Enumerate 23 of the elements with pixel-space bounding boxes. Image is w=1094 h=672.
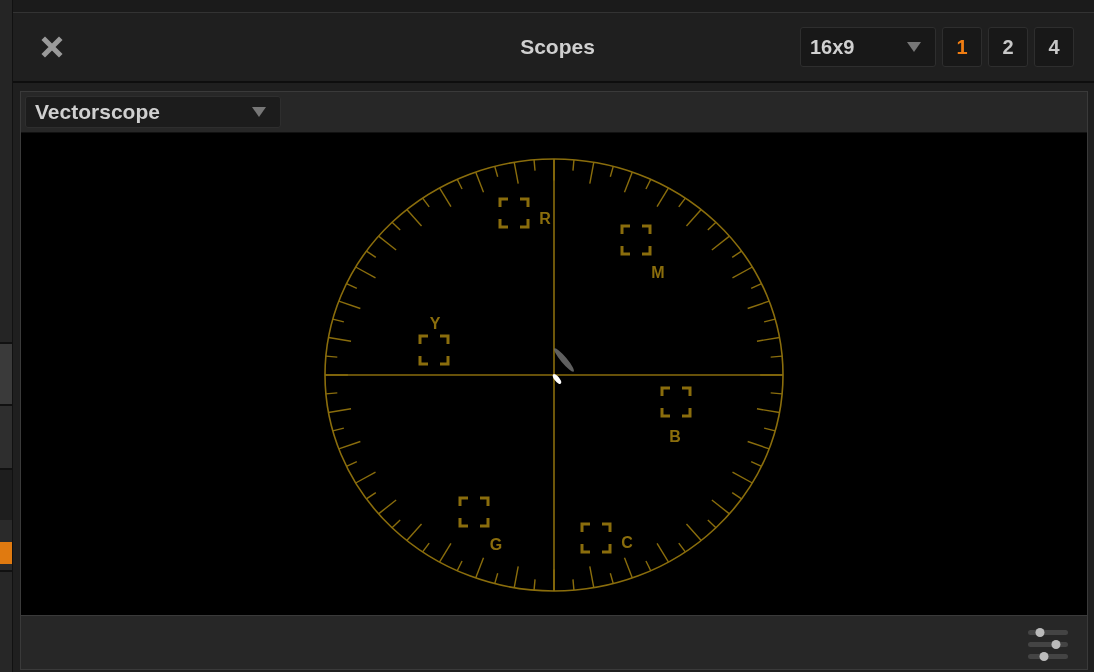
target-label: B xyxy=(669,428,681,445)
target-label: M xyxy=(651,264,665,281)
target-label: C xyxy=(621,534,633,551)
layout-button[interactable]: 1 xyxy=(942,27,982,67)
caret-icon xyxy=(252,107,266,117)
target-box-icon xyxy=(620,224,652,256)
caret-icon xyxy=(907,42,921,52)
target-box-icon xyxy=(580,522,612,554)
layout-button[interactable]: 4 xyxy=(1034,27,1074,67)
target-box-icon xyxy=(418,334,450,366)
scope-type-dropdown[interactable]: Vectorscope xyxy=(25,96,281,128)
close-icon xyxy=(41,36,63,58)
close-button[interactable] xyxy=(41,36,63,58)
target-box-icon xyxy=(458,496,490,528)
target-box-icon xyxy=(660,386,692,418)
target-label: G xyxy=(489,536,503,553)
target-box-icon xyxy=(498,197,530,229)
aspect-dropdown[interactable]: 16x9 xyxy=(800,27,936,67)
target-label: Y xyxy=(429,315,441,332)
layout-button[interactable]: 2 xyxy=(988,27,1028,67)
scope-trace-drawing xyxy=(552,348,574,384)
window-title: Scopes xyxy=(520,35,595,59)
target-label: R xyxy=(539,210,551,227)
